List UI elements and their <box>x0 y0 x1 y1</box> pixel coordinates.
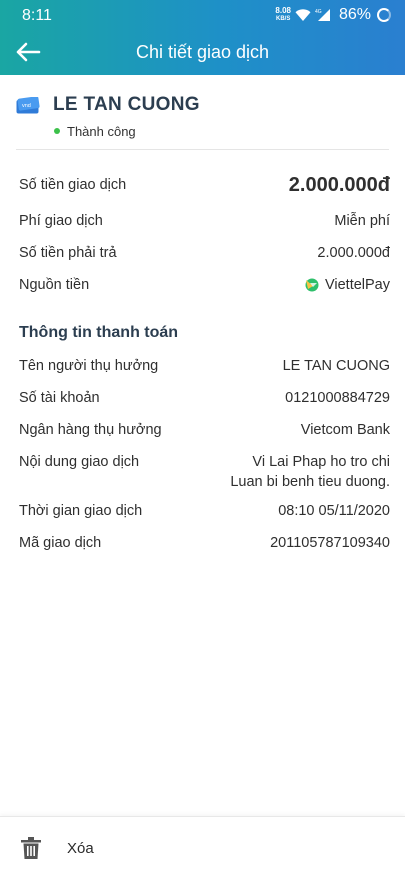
signal-icon: 4G <box>315 9 330 21</box>
source-value: ViettelPay <box>303 277 390 293</box>
account-name: LE TAN CUONG <box>53 94 200 115</box>
row-description: Nội dung giao dịch Vi Lai Phap ho tro ch… <box>19 454 390 494</box>
vnd-card-icon: vnd <box>16 97 40 114</box>
row-label: Số tiền giao dịch <box>19 177 127 193</box>
bank-value: Vietcom Bank <box>300 422 390 438</box>
delete-button[interactable]: Xóa <box>0 817 405 878</box>
viettelpay-logo-icon <box>305 278 319 292</box>
account-number-value: 0121000884729 <box>285 390 390 406</box>
total-value: 2.000.000đ <box>317 245 390 261</box>
description-value: Vi Lai Phap ho tro chi Luan bi benh tieu… <box>230 452 390 492</box>
delete-label: Xóa <box>67 840 94 857</box>
battery-percent: 86% <box>338 6 371 23</box>
row-label: Phí giao dịch <box>19 213 103 229</box>
page-title: Chi tiết giao dịch <box>135 42 270 62</box>
net-speed-unit: KB/S <box>276 16 291 22</box>
battery-icon <box>377 8 391 22</box>
account-summary: vnd LE TAN CUONG Thành công <box>16 92 389 150</box>
row-label: Nội dung giao dịch <box>19 454 140 470</box>
vnd-icon-text: vnd <box>22 103 31 109</box>
net-speed-value: 8.08 <box>275 6 291 15</box>
trash-icon <box>21 837 41 859</box>
payment-info-title: Thông tin thanh toán <box>19 324 179 341</box>
app-header: 8:11 8.08 KB/S 4G 86% Chi tiết giao dịch <box>0 0 405 75</box>
wifi-icon <box>295 8 311 21</box>
svg-text:4G: 4G <box>315 9 322 15</box>
row-label: Số tiền phải trả <box>19 245 117 261</box>
net-speed: 8.08 KB/S <box>275 7 291 23</box>
row-label: Mã giao dịch <box>19 535 102 551</box>
time-value: 08:10 05/11/2020 <box>278 503 390 519</box>
row-label: Thời gian giao dịch <box>19 503 143 519</box>
source-name: ViettelPay <box>324 277 390 293</box>
row-label: Nguồn tiền <box>19 277 90 293</box>
description-line-1: Vi Lai Phap ho tro chi <box>252 454 390 470</box>
amount-value: 2.000.000đ <box>288 174 390 196</box>
beneficiary-value: LE TAN CUONG <box>282 358 390 374</box>
row-label: Số tài khoản <box>19 390 100 406</box>
status-icons: 8.08 KB/S 4G 86% <box>275 5 391 25</box>
row-label: Tên người thụ hưởng <box>19 358 159 374</box>
fee-value: Miễn phí <box>334 213 390 229</box>
transaction-status: Thành công <box>67 124 136 139</box>
transaction-id-value: 201105787109340 <box>270 535 390 551</box>
description-line-2: Luan bi benh tieu duong. <box>230 474 390 490</box>
status-bar: 8:11 8.08 KB/S 4G 86% <box>0 0 405 30</box>
row-label: Ngân hàng thụ hưởng <box>19 422 162 438</box>
success-dot-icon <box>54 128 60 134</box>
status-time: 8:11 <box>22 7 52 24</box>
bottom-action-bar: Xóa <box>0 816 405 878</box>
